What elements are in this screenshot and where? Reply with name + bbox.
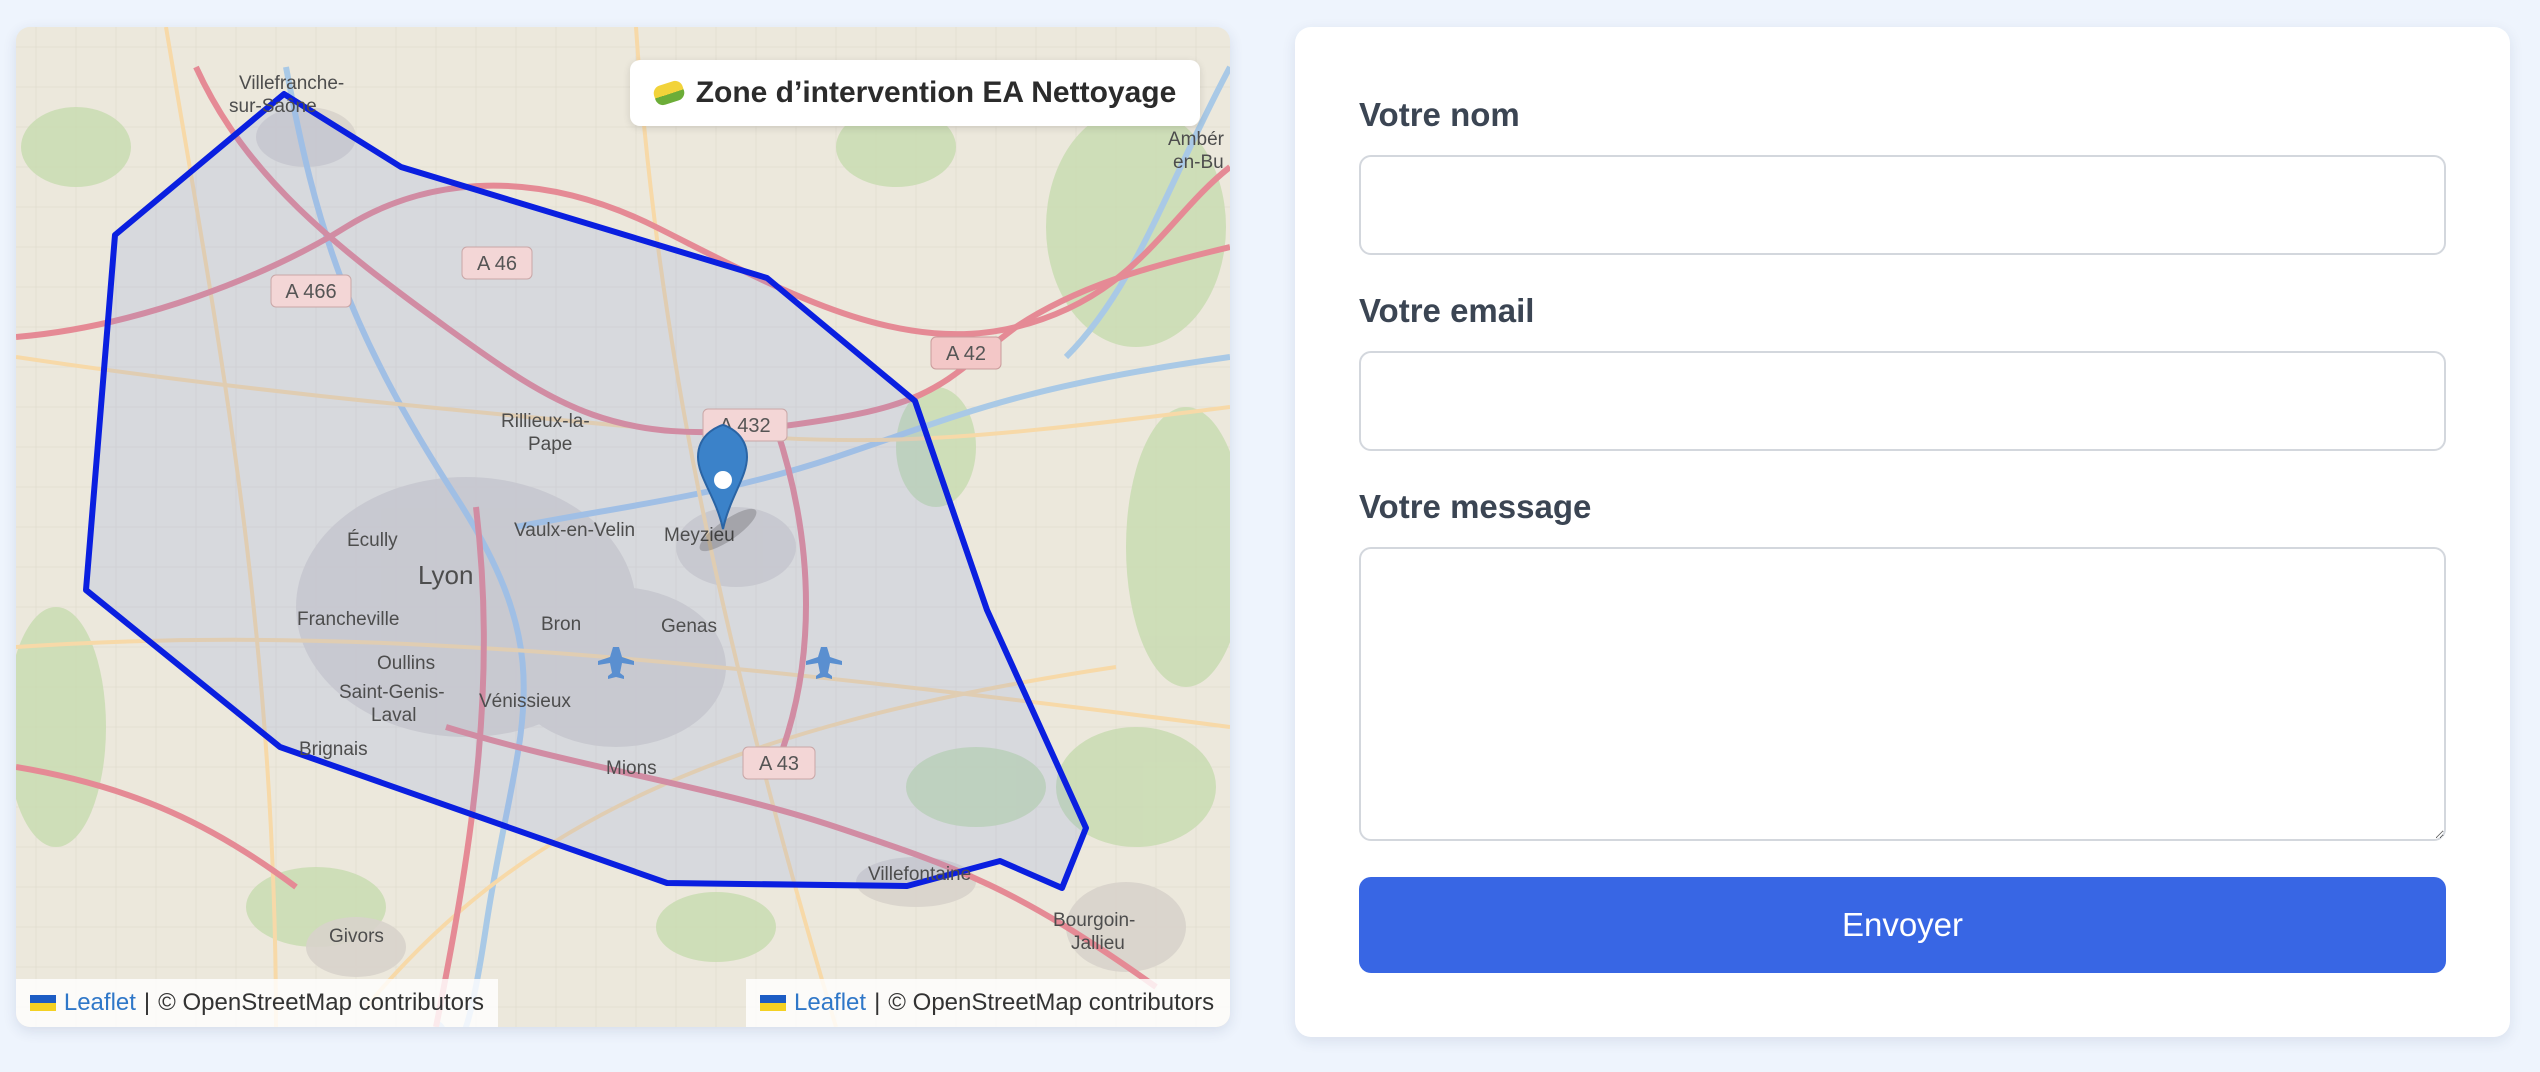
svg-text:Rillieux-la-: Rillieux-la-	[501, 411, 590, 432]
osm-attribution[interactable]: © OpenStreetMap contributors	[888, 989, 1214, 1017]
svg-text:Givors: Givors	[329, 926, 384, 947]
road-shield-a466: A 466	[270, 274, 352, 308]
svg-text:sur-Saône: sur-Saône	[229, 96, 317, 117]
name-label: Votre nom	[1359, 96, 1520, 133]
svg-text:Francheville: Francheville	[297, 609, 399, 630]
svg-text:Laval: Laval	[371, 705, 416, 726]
submit-button[interactable]: Envoyer	[1359, 877, 2446, 973]
email-input[interactable]	[1359, 351, 2446, 451]
svg-text:Saint-Genis-: Saint-Genis-	[339, 682, 445, 703]
svg-text:Lyon: Lyon	[418, 560, 473, 590]
road-shield-a43: A 43	[742, 746, 816, 780]
attribution-separator: |	[874, 989, 881, 1016]
svg-text:Écully: Écully	[347, 530, 398, 551]
map-tiles[interactable]: A 466 A 46 A 42 A 432 A 43 Villefranche-…	[16, 27, 1230, 1027]
svg-text:A 42: A 42	[946, 343, 986, 365]
svg-text:A 43: A 43	[759, 753, 799, 775]
svg-text:Bourgoin-: Bourgoin-	[1053, 910, 1135, 931]
svg-text:Pape: Pape	[528, 434, 572, 455]
svg-text:Vénissieux: Vénissieux	[479, 691, 571, 712]
sponge-icon	[651, 78, 687, 108]
svg-text:A 46: A 46	[477, 253, 517, 275]
svg-text:Vaulx-en-Velin: Vaulx-en-Velin	[514, 520, 635, 541]
svg-text:Genas: Genas	[661, 616, 717, 637]
map-title: Zone d’intervention EA Nettoyage	[630, 60, 1200, 126]
svg-text:en-Bu: en-Bu	[1173, 152, 1224, 173]
road-shield-a46: A 46	[461, 246, 533, 280]
svg-text:Mions: Mions	[606, 758, 657, 779]
svg-text:Bron: Bron	[541, 614, 581, 635]
contact-form: Votre nom Votre email Votre message Envo…	[1295, 27, 2510, 1037]
map-attribution: Leaflet | © OpenStreetMap contributors	[16, 979, 498, 1027]
name-input[interactable]	[1359, 155, 2446, 255]
ukraine-flag-icon	[30, 995, 56, 1011]
map-title-text: Zone d’intervention EA Nettoyage	[695, 76, 1177, 109]
svg-text:Oullins: Oullins	[377, 653, 435, 674]
road-shield-a42: A 42	[930, 336, 1002, 370]
svg-text:Villefontaine: Villefontaine	[868, 864, 971, 885]
message-label: Votre message	[1359, 488, 1592, 525]
ukraine-flag-icon	[760, 995, 786, 1011]
map-attribution-duplicate: Leaflet | © OpenStreetMap contributors	[746, 979, 1230, 1027]
svg-text:Ambér: Ambér	[1168, 129, 1225, 150]
svg-text:Brignais: Brignais	[299, 739, 368, 760]
leaflet-link[interactable]: Leaflet	[794, 989, 866, 1017]
email-label: Votre email	[1359, 292, 1535, 329]
map-container[interactable]: A 466 A 46 A 42 A 432 A 43 Villefranche-…	[16, 27, 1230, 1027]
attribution-separator: |	[143, 989, 151, 1016]
message-textarea[interactable]	[1359, 547, 2446, 841]
svg-text:A 466: A 466	[285, 281, 336, 303]
osm-attribution[interactable]: © OpenStreetMap contributors	[158, 989, 484, 1017]
svg-text:Jallieu: Jallieu	[1071, 933, 1125, 954]
leaflet-link[interactable]: Leaflet	[64, 989, 136, 1017]
svg-text:Villefranche-: Villefranche-	[239, 73, 344, 94]
